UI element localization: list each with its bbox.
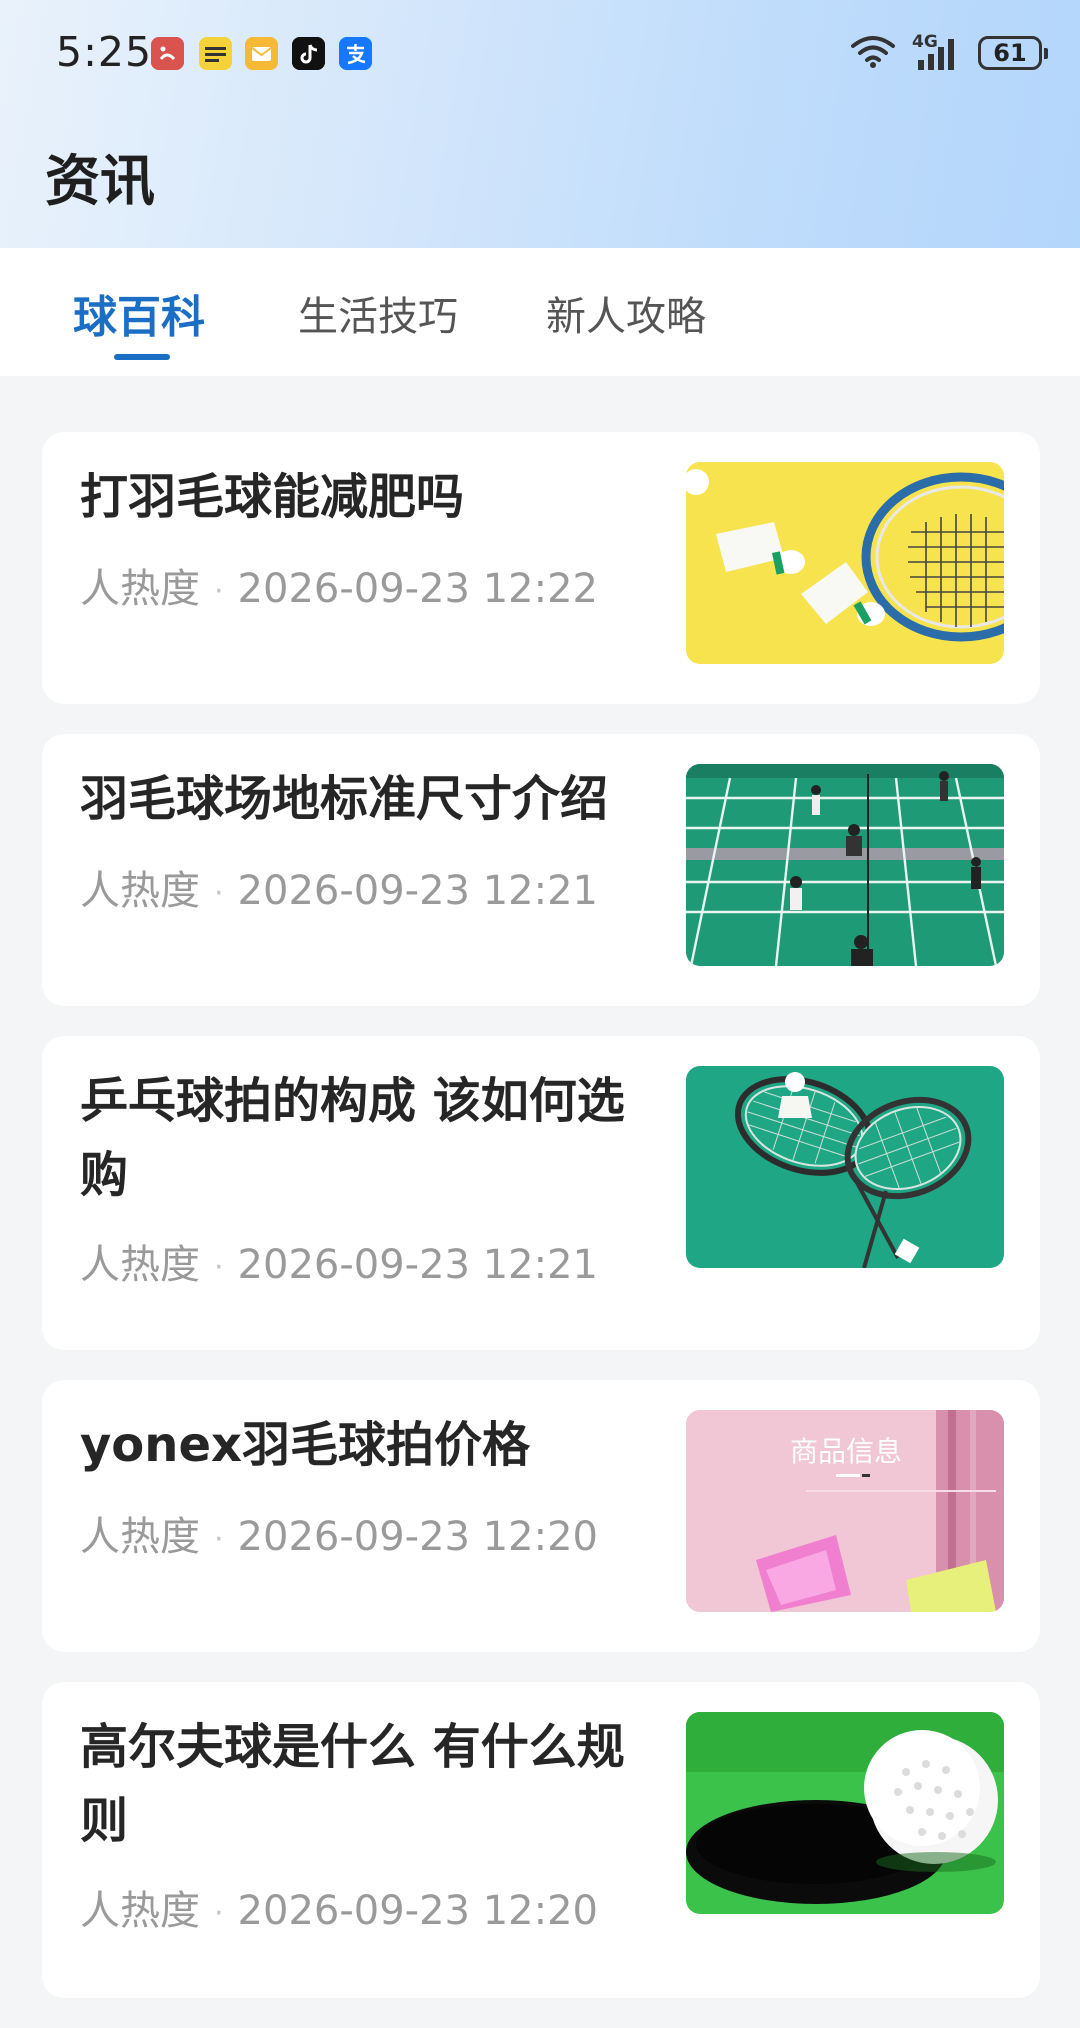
- mail-icon: [245, 37, 278, 70]
- article-meta: 人热度 · 2026-09-23 12:21: [80, 858, 598, 916]
- article-thumbnail: [686, 462, 1004, 664]
- page-title: 资讯: [45, 149, 156, 213]
- article-card[interactable]: 羽毛球场地标准尺寸介绍 人热度 · 2026-09-23 12:21: [42, 734, 1040, 1006]
- article-date: 2026-09-23 12:22: [237, 566, 598, 612]
- article-heat: 人热度: [80, 1888, 200, 1934]
- thumbnail-caption: 商品信息: [790, 1435, 903, 1468]
- tab-bar: 球百科 生活技巧 新人攻略: [0, 248, 1080, 376]
- article-title: 高尔夫球是什么 有什么规则: [80, 1719, 625, 1849]
- article-meta: 人热度 · 2026-09-23 12:20: [80, 1878, 598, 1936]
- status-indicators: 4G 61: [850, 32, 1048, 74]
- article-heat: 人热度: [80, 1242, 200, 1288]
- article-thumbnail: [686, 1066, 1004, 1268]
- separator-dot: ·: [214, 875, 224, 911]
- article-date: 2026-09-23 12:20: [237, 1888, 598, 1934]
- article-title: 羽毛球场地标准尺寸介绍: [80, 771, 609, 827]
- active-tab-indicator: [114, 354, 170, 360]
- article-thumbnail: [686, 1712, 1004, 1914]
- tab-ball-encyclopedia[interactable]: 球百科: [73, 281, 205, 345]
- article-title: yonex羽毛球拍价格: [80, 1417, 530, 1473]
- weibo-icon: [151, 37, 184, 70]
- article-meta: 人热度 · 2026-09-23 12:22: [80, 556, 598, 614]
- status-time: 5:25: [56, 28, 153, 76]
- article-meta: 人热度 · 2026-09-23 12:21: [80, 1232, 598, 1290]
- signal-icon: 4G: [912, 32, 962, 72]
- article-heat: 人热度: [80, 566, 200, 612]
- tab-life-tips[interactable]: 生活技巧: [298, 284, 458, 342]
- wifi-icon: [850, 34, 896, 72]
- article-meta: 人热度 · 2026-09-23 12:20: [80, 1504, 598, 1562]
- article-card[interactable]: yonex羽毛球拍价格 人热度 · 2026-09-23 12:20 商品信息: [42, 1380, 1040, 1652]
- alipay-icon: [339, 37, 372, 70]
- article-list: 打羽毛球能减肥吗 人热度 · 2026-09-23 12:22 羽毛球场地标准尺…: [42, 432, 1040, 2028]
- article-card[interactable]: 乒乓球拍的构成 该如何选购 人热度 · 2026-09-23 12:21: [42, 1036, 1040, 1350]
- article-heat: 人热度: [80, 1514, 200, 1560]
- article-card[interactable]: 打羽毛球能减肥吗 人热度 · 2026-09-23 12:22: [42, 432, 1040, 704]
- article-title: 乒乓球拍的构成 该如何选购: [80, 1073, 625, 1203]
- separator-dot: ·: [214, 1521, 224, 1557]
- header: 5:25 4G 61 资讯: [0, 0, 1080, 248]
- separator-dot: ·: [214, 1249, 224, 1285]
- news-icon: [199, 37, 232, 70]
- article-thumbnail: 商品信息: [686, 1410, 1004, 1612]
- article-date: 2026-09-23 12:21: [237, 1242, 598, 1288]
- separator-dot: ·: [214, 1895, 224, 1931]
- tiktok-icon: [292, 37, 325, 70]
- article-date: 2026-09-23 12:21: [237, 868, 598, 914]
- separator-dot: ·: [214, 573, 224, 609]
- tab-newcomer-guide[interactable]: 新人攻略: [546, 284, 706, 342]
- article-thumbnail: [686, 764, 1004, 966]
- article-heat: 人热度: [80, 868, 200, 914]
- battery-icon: 61: [978, 36, 1048, 70]
- article-date: 2026-09-23 12:20: [237, 1514, 598, 1560]
- status-bar: 5:25 4G 61: [0, 0, 1080, 108]
- article-card[interactable]: 高尔夫球是什么 有什么规则 人热度 · 2026-09-23 12:20: [42, 1682, 1040, 1998]
- article-title: 打羽毛球能减肥吗: [80, 469, 465, 525]
